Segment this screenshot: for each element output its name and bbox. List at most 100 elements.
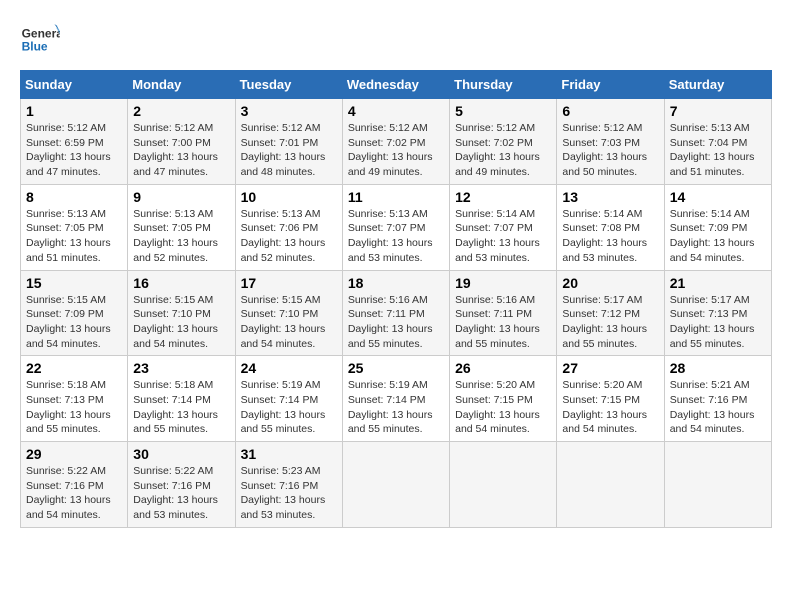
calendar-cell: 20 Sunrise: 5:17 AMSunset: 7:12 PMDayligh… xyxy=(557,270,664,356)
calendar-cell: 19 Sunrise: 5:16 AMSunset: 7:11 PMDayligh… xyxy=(450,270,557,356)
day-info: Sunrise: 5:17 AMSunset: 7:13 PMDaylight:… xyxy=(670,293,766,352)
day-info: Sunrise: 5:15 AMSunset: 7:09 PMDaylight:… xyxy=(26,293,122,352)
calendar-cell: 3 Sunrise: 5:12 AMSunset: 7:01 PMDaylight… xyxy=(235,99,342,185)
header-saturday: Saturday xyxy=(664,71,771,99)
header-wednesday: Wednesday xyxy=(342,71,449,99)
day-number: 3 xyxy=(241,103,337,119)
calendar-cell: 15Sunrise: 5:15 AMSunset: 7:09 PMDayligh… xyxy=(21,270,128,356)
header-friday: Friday xyxy=(557,71,664,99)
day-info: Sunrise: 5:19 AMSunset: 7:14 PMDaylight:… xyxy=(241,378,337,437)
day-info: Sunrise: 5:20 AMSunset: 7:15 PMDaylight:… xyxy=(455,378,551,437)
day-number: 10 xyxy=(241,189,337,205)
day-number: 18 xyxy=(348,275,444,291)
calendar-cell: 16 Sunrise: 5:15 AMSunset: 7:10 PMDayligh… xyxy=(128,270,235,356)
calendar-cell: 27 Sunrise: 5:20 AMSunset: 7:15 PMDayligh… xyxy=(557,356,664,442)
day-info: Sunrise: 5:19 AMSunset: 7:14 PMDaylight:… xyxy=(348,378,444,437)
day-number: 1 xyxy=(26,103,122,119)
day-number: 20 xyxy=(562,275,658,291)
day-number: 16 xyxy=(133,275,229,291)
calendar-cell: 25 Sunrise: 5:19 AMSunset: 7:14 PMDayligh… xyxy=(342,356,449,442)
calendar-cell: 29 Sunrise: 5:22 AMSunset: 7:16 PMDayligh… xyxy=(21,442,128,528)
day-number: 12 xyxy=(455,189,551,205)
calendar-header: SundayMondayTuesdayWednesdayThursdayFrid… xyxy=(21,71,772,99)
day-number: 2 xyxy=(133,103,229,119)
day-number: 17 xyxy=(241,275,337,291)
day-number: 11 xyxy=(348,189,444,205)
day-info: Sunrise: 5:13 AMSunset: 7:05 PMDaylight:… xyxy=(26,207,122,266)
day-info: Sunrise: 5:17 AMSunset: 7:12 PMDaylight:… xyxy=(562,293,658,352)
day-number: 25 xyxy=(348,360,444,376)
day-info: Sunrise: 5:12 AMSunset: 7:00 PMDaylight:… xyxy=(133,121,229,180)
day-number: 6 xyxy=(562,103,658,119)
svg-text:Blue: Blue xyxy=(22,39,48,53)
day-info: Sunrise: 5:15 AMSunset: 7:10 PMDaylight:… xyxy=(133,293,229,352)
svg-text:General: General xyxy=(22,27,60,41)
day-info: Sunrise: 5:18 AMSunset: 7:13 PMDaylight:… xyxy=(26,378,122,437)
calendar-cell: 14 Sunrise: 5:14 AMSunset: 7:09 PMDayligh… xyxy=(664,184,771,270)
day-info: Sunrise: 5:20 AMSunset: 7:15 PMDaylight:… xyxy=(562,378,658,437)
day-info: Sunrise: 5:12 AMSunset: 7:03 PMDaylight:… xyxy=(562,121,658,180)
day-number: 13 xyxy=(562,189,658,205)
calendar-cell: 18 Sunrise: 5:16 AMSunset: 7:11 PMDayligh… xyxy=(342,270,449,356)
calendar-cell xyxy=(664,442,771,528)
day-number: 28 xyxy=(670,360,766,376)
calendar-cell xyxy=(450,442,557,528)
day-number: 24 xyxy=(241,360,337,376)
day-info: Sunrise: 5:22 AMSunset: 7:16 PMDaylight:… xyxy=(133,464,229,523)
day-number: 9 xyxy=(133,189,229,205)
day-number: 30 xyxy=(133,446,229,462)
calendar-cell: 23 Sunrise: 5:18 AMSunset: 7:14 PMDayligh… xyxy=(128,356,235,442)
calendar-cell: 17 Sunrise: 5:15 AMSunset: 7:10 PMDayligh… xyxy=(235,270,342,356)
day-info: Sunrise: 5:16 AMSunset: 7:11 PMDaylight:… xyxy=(348,293,444,352)
logo: General Blue xyxy=(20,20,60,60)
calendar-cell: 26 Sunrise: 5:20 AMSunset: 7:15 PMDayligh… xyxy=(450,356,557,442)
header-thursday: Thursday xyxy=(450,71,557,99)
day-number: 31 xyxy=(241,446,337,462)
week-row-2: 8 Sunrise: 5:13 AMSunset: 7:05 PMDaylight… xyxy=(21,184,772,270)
week-row-3: 15Sunrise: 5:15 AMSunset: 7:09 PMDayligh… xyxy=(21,270,772,356)
day-number: 14 xyxy=(670,189,766,205)
header-row: SundayMondayTuesdayWednesdayThursdayFrid… xyxy=(21,71,772,99)
day-info: Sunrise: 5:13 AMSunset: 7:05 PMDaylight:… xyxy=(133,207,229,266)
day-info: Sunrise: 5:15 AMSunset: 7:10 PMDaylight:… xyxy=(241,293,337,352)
calendar-cell xyxy=(342,442,449,528)
calendar-cell: 22 Sunrise: 5:18 AMSunset: 7:13 PMDayligh… xyxy=(21,356,128,442)
day-info: Sunrise: 5:21 AMSunset: 7:16 PMDaylight:… xyxy=(670,378,766,437)
calendar-cell xyxy=(557,442,664,528)
calendar-cell: 2 Sunrise: 5:12 AMSunset: 7:00 PMDaylight… xyxy=(128,99,235,185)
day-info: Sunrise: 5:14 AMSunset: 7:09 PMDaylight:… xyxy=(670,207,766,266)
calendar-cell: 12 Sunrise: 5:14 AMSunset: 7:07 PMDayligh… xyxy=(450,184,557,270)
day-info: Sunrise: 5:12 AMSunset: 7:02 PMDaylight:… xyxy=(455,121,551,180)
logo-svg: General Blue xyxy=(20,20,60,60)
header-monday: Monday xyxy=(128,71,235,99)
calendar-cell: 31 Sunrise: 5:23 AMSunset: 7:16 PMDayligh… xyxy=(235,442,342,528)
calendar-cell: 11Sunrise: 5:13 AMSunset: 7:07 PMDayligh… xyxy=(342,184,449,270)
day-number: 5 xyxy=(455,103,551,119)
calendar-cell: 30 Sunrise: 5:22 AMSunset: 7:16 PMDayligh… xyxy=(128,442,235,528)
day-info: Sunrise: 5:13 AMSunset: 7:04 PMDaylight:… xyxy=(670,121,766,180)
calendar-cell: 8 Sunrise: 5:13 AMSunset: 7:05 PMDaylight… xyxy=(21,184,128,270)
day-info: Sunrise: 5:23 AMSunset: 7:16 PMDaylight:… xyxy=(241,464,337,523)
day-number: 22 xyxy=(26,360,122,376)
day-info: Sunrise: 5:18 AMSunset: 7:14 PMDaylight:… xyxy=(133,378,229,437)
page-header: General Blue xyxy=(20,20,772,60)
day-number: 29 xyxy=(26,446,122,462)
day-number: 8 xyxy=(26,189,122,205)
day-number: 23 xyxy=(133,360,229,376)
day-info: Sunrise: 5:13 AMSunset: 7:06 PMDaylight:… xyxy=(241,207,337,266)
day-number: 27 xyxy=(562,360,658,376)
day-number: 19 xyxy=(455,275,551,291)
header-sunday: Sunday xyxy=(21,71,128,99)
calendar-table: SundayMondayTuesdayWednesdayThursdayFrid… xyxy=(20,70,772,528)
calendar-cell: 10 Sunrise: 5:13 AMSunset: 7:06 PMDayligh… xyxy=(235,184,342,270)
day-info: Sunrise: 5:16 AMSunset: 7:11 PMDaylight:… xyxy=(455,293,551,352)
day-info: Sunrise: 5:14 AMSunset: 7:07 PMDaylight:… xyxy=(455,207,551,266)
calendar-cell: 24 Sunrise: 5:19 AMSunset: 7:14 PMDayligh… xyxy=(235,356,342,442)
day-info: Sunrise: 5:12 AMSunset: 7:01 PMDaylight:… xyxy=(241,121,337,180)
day-info: Sunrise: 5:12 AMSunset: 6:59 PMDaylight:… xyxy=(26,121,122,180)
calendar-cell: 13Sunrise: 5:14 AMSunset: 7:08 PMDayligh… xyxy=(557,184,664,270)
calendar-cell: 1 Sunrise: 5:12 AMSunset: 6:59 PMDaylight… xyxy=(21,99,128,185)
calendar-body: 1 Sunrise: 5:12 AMSunset: 6:59 PMDaylight… xyxy=(21,99,772,528)
day-number: 26 xyxy=(455,360,551,376)
day-info: Sunrise: 5:22 AMSunset: 7:16 PMDaylight:… xyxy=(26,464,122,523)
